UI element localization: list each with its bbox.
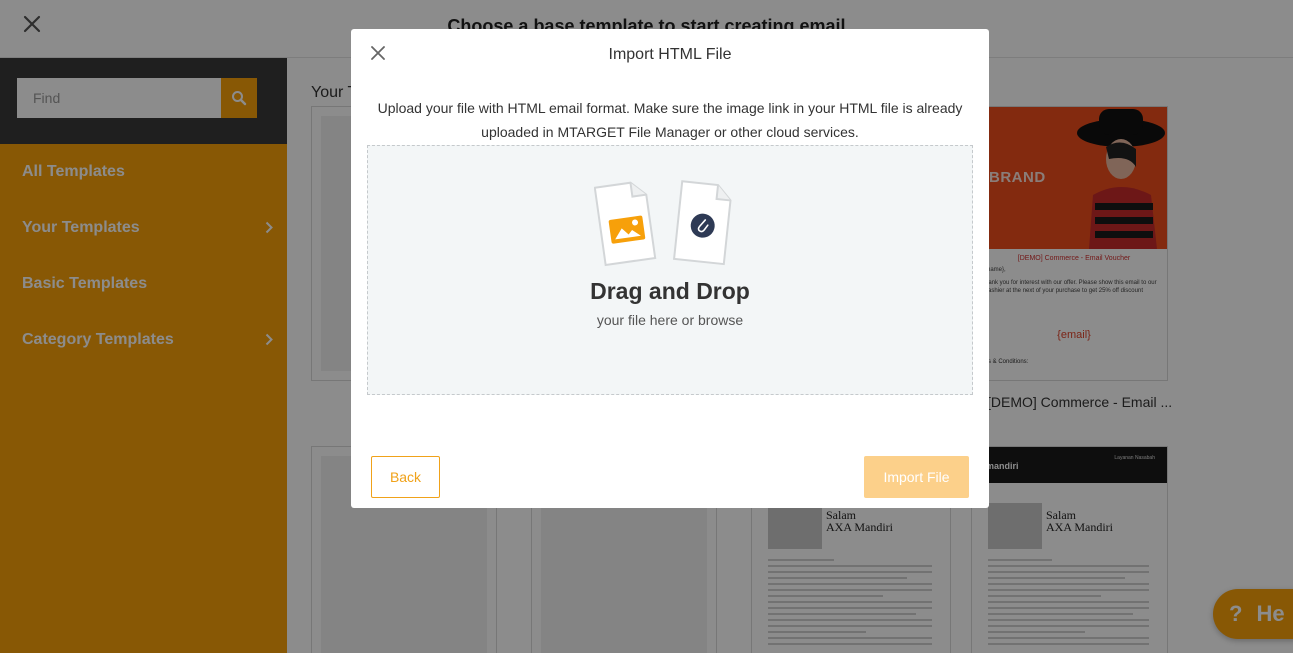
dropzone-title: Drag and Drop xyxy=(590,278,750,304)
attachment-file-icon xyxy=(672,180,732,266)
modal-description: Upload your file with HTML email format.… xyxy=(371,96,969,144)
image-file-icon xyxy=(594,181,657,267)
back-button[interactable]: Back xyxy=(371,456,440,498)
file-dropzone[interactable]: Drag and Drop your file here or browse xyxy=(367,145,973,395)
import-file-button[interactable]: Import File xyxy=(864,456,969,498)
dropzone-browse-link[interactable]: your file here or browse xyxy=(368,312,972,328)
file-upload-icons xyxy=(594,180,732,267)
description-line-2: uploaded in MTARGET File Manager or othe… xyxy=(481,124,859,140)
import-html-modal: Import HTML File Upload your file with H… xyxy=(351,29,989,508)
modal-title: Import HTML File xyxy=(608,46,732,63)
description-line-1: Upload your file with HTML email format.… xyxy=(377,100,963,116)
